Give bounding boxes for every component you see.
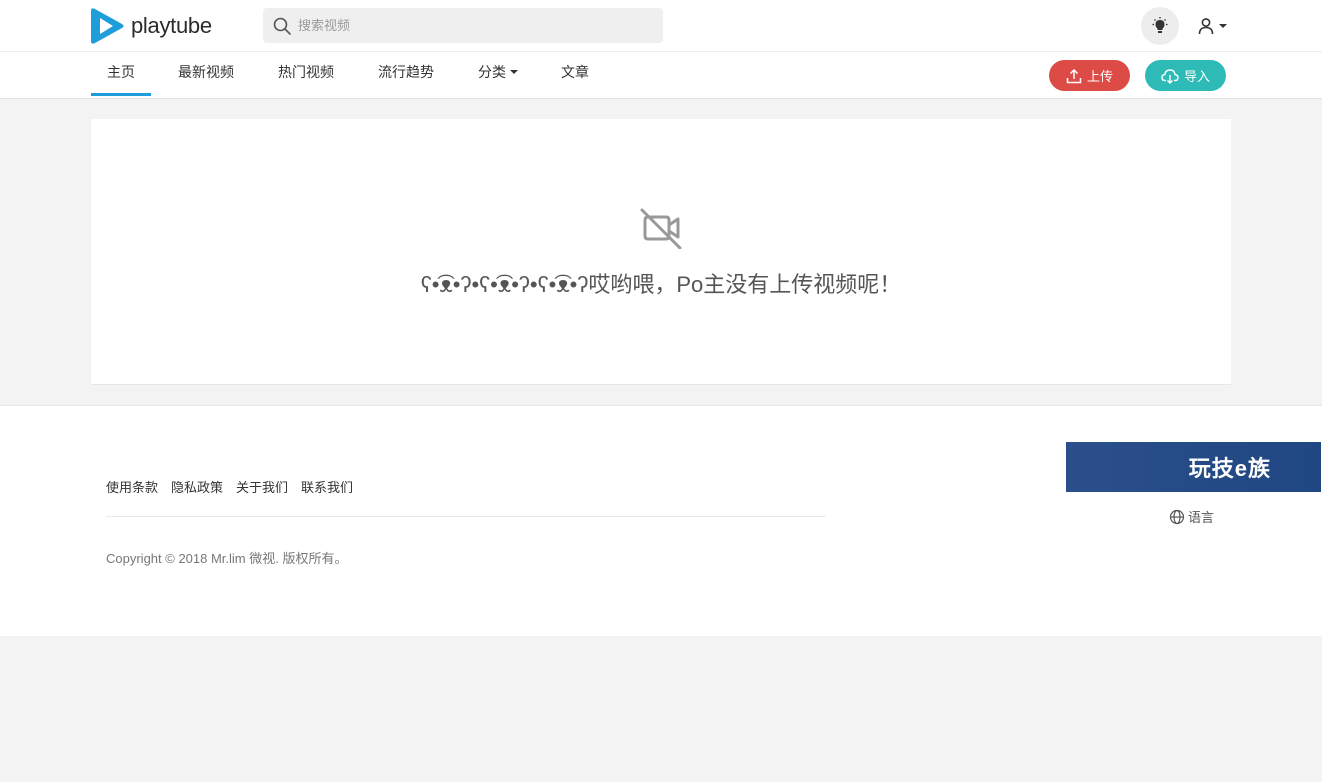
nav-item-hot[interactable]: 热门视频 [266,52,346,96]
nav-item-label: 热门视频 [278,64,334,80]
play-logo-icon [91,8,124,44]
nav-item-trending[interactable]: 流行趋势 [366,52,446,96]
footer-link-about[interactable]: 关于我们 [236,477,288,496]
upload-button[interactable]: 上传 [1049,60,1130,91]
nav-bar: 主页 最新视频 热门视频 流行趋势 分类 文章 上传 导入 [0,52,1322,99]
search-bar[interactable] [263,8,663,43]
banner-text: 玩技e族 [1188,456,1271,481]
nav-item-articles[interactable]: 文章 [550,52,600,96]
empty-state-message: ʕ•͡ᴥ•ʔ•ʕ•͡ᴥ•ʔ•ʕ•͡ᴥ•ʔ哎哟喂，Po主没有上传视频呢！ [420,272,902,297]
logo-text: playtube [131,13,212,38]
globe-icon [1169,509,1185,524]
upload-button-label: 上传 [1086,69,1113,84]
import-button-label: 导入 [1183,69,1210,84]
nav-item-label: 文章 [561,64,589,80]
empty-state-card: ʕ•͡ᴥ•ʔ•ʕ•͡ᴥ•ʔ•ʕ•͡ᴥ•ʔ哎哟喂，Po主没有上传视频呢！ [91,119,1231,385]
footer-divider [106,516,826,517]
lightbulb-icon [1152,17,1168,33]
upload-icon [1066,68,1082,83]
search-input[interactable] [298,18,638,33]
language-label: 语言 [1188,510,1215,525]
search-icon [273,17,291,35]
import-button[interactable]: 导入 [1145,60,1226,91]
footer-link-terms[interactable]: 使用条款 [106,477,158,496]
nav-item-categories[interactable]: 分类 [466,52,530,96]
nav-item-home[interactable]: 主页 [91,52,151,96]
user-icon [1198,18,1214,35]
footer-links: 使用条款 隐私政策 关于我们 联系我们 [106,477,366,496]
copyright-text: Copyright © 2018 Mr.lim 微视. 版权所有。 [106,551,348,566]
footer: 使用条款 隐私政策 关于我们 联系我们 Copyright © 2018 Mr.… [0,405,1322,636]
user-menu[interactable] [1197,13,1227,39]
ad-banner[interactable]: 玩技e族 [1066,442,1321,492]
nav-item-label: 分类 [478,64,506,80]
top-bar: playtube [0,0,1322,52]
footer-link-contact[interactable]: 联系我们 [301,477,353,496]
nav-item-label: 流行趋势 [378,64,434,80]
chevron-down-icon [510,70,518,75]
logo[interactable]: playtube [91,7,212,45]
theme-toggle-button[interactable] [1141,7,1179,45]
nav-item-latest[interactable]: 最新视频 [166,52,246,96]
nav-item-label: 最新视频 [178,64,234,80]
chevron-down-icon [1219,24,1227,28]
video-off-icon [640,208,682,249]
cloud-download-icon [1161,68,1179,84]
nav-item-label: 主页 [107,64,135,80]
language-selector[interactable]: 语言 [1169,507,1214,526]
footer-link-privacy[interactable]: 隐私政策 [171,477,223,496]
